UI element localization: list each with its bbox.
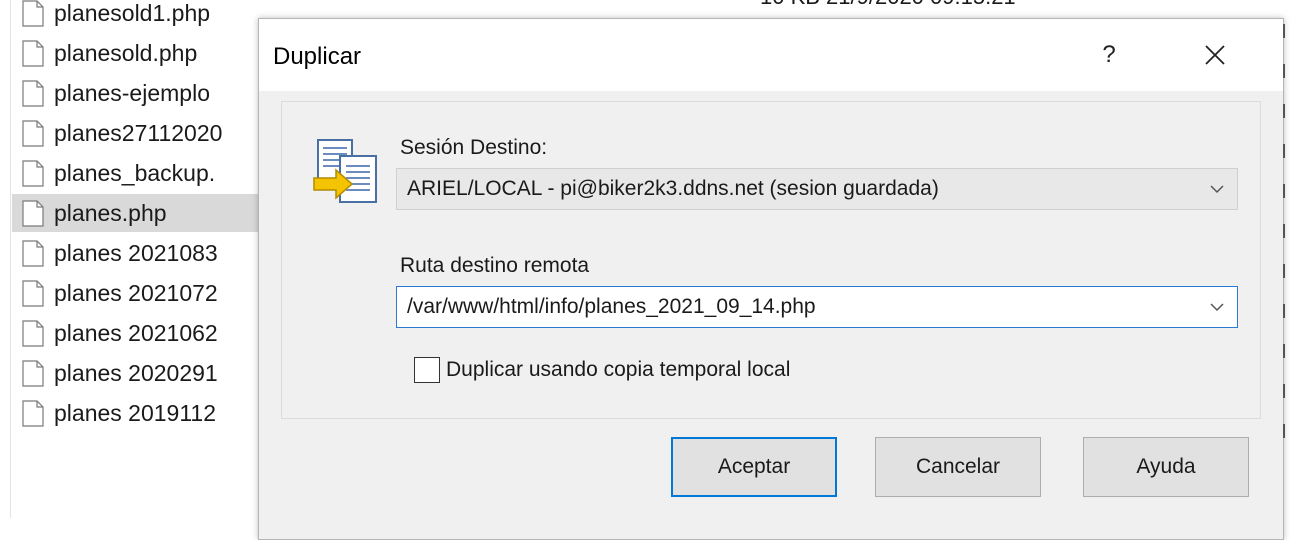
background-column-mark (1283, 104, 1285, 118)
temp-copy-checkbox[interactable] (414, 357, 440, 383)
background-column-mark (1283, 184, 1285, 198)
background-column-mark (1283, 424, 1285, 438)
file-list-item[interactable]: planes 2021072 (12, 274, 270, 312)
document-icon (22, 279, 44, 307)
dialog-title: Duplicar (273, 43, 362, 70)
file-list-item[interactable]: planesold1.php (12, 0, 270, 32)
file-list-item[interactable]: planes_backup. (12, 154, 270, 192)
background-column-mark (1283, 264, 1285, 278)
file-list-item[interactable]: planes 2021062 (12, 314, 270, 352)
close-button[interactable] (1179, 31, 1251, 79)
remote-path-value: /var/www/html/info/planes_2021_09_14.php (407, 295, 816, 318)
session-dropdown[interactable]: ARIEL/LOCAL - pi@biker2k3.ddns.net (sesi… (396, 168, 1238, 210)
duplicate-files-icon (313, 139, 377, 203)
help-dialog-button[interactable]: Ayuda (1083, 437, 1249, 497)
background-column-mark (1283, 64, 1285, 78)
background-column-mark (1283, 304, 1285, 318)
background-column-mark (1283, 344, 1285, 358)
cancel-button[interactable]: Cancelar (875, 437, 1041, 497)
document-icon (22, 79, 44, 107)
file-list-item[interactable]: planes 2019112 (12, 394, 270, 432)
temp-copy-option[interactable]: Duplicar usando copia temporal local (414, 357, 790, 383)
file-list-item[interactable]: planes 2020291 (12, 354, 270, 392)
document-icon (22, 159, 44, 187)
file-name: planesold.php (54, 39, 198, 66)
file-name: planesold1.php (54, 0, 211, 26)
file-list: planesold1.php planesold.php planes-ejempl… (0, 0, 270, 518)
file-name: planes_backup. (54, 159, 216, 186)
file-name: planes 2019112 (54, 399, 216, 426)
chevron-down-icon (1197, 184, 1237, 194)
duplicate-dialog: Duplicar ? Sesión Destino: ARIEL/LOCAL -… (258, 18, 1284, 540)
path-label: Ruta destino remota (400, 254, 590, 277)
file-name: planes-ejemplo (54, 79, 210, 106)
background-column-mark (1283, 384, 1285, 398)
remote-path-input[interactable]: /var/www/html/info/planes_2021_09_14.php (396, 286, 1238, 328)
accept-button[interactable]: Aceptar (671, 437, 837, 497)
file-list-item[interactable]: planes-ejemplo (12, 74, 270, 112)
file-name: planes27112020 (54, 119, 223, 146)
document-icon (22, 39, 44, 67)
session-value: ARIEL/LOCAL - pi@biker2k3.ddns.net (sesi… (407, 177, 939, 200)
temp-copy-label: Duplicar usando copia temporal local (446, 358, 791, 381)
file-list-item[interactable]: planesold.php (12, 34, 270, 72)
session-label: Sesión Destino: (400, 136, 548, 159)
file-name: planes 2021062 (54, 319, 218, 346)
file-name: planes 2021083 (54, 239, 218, 266)
file-list-item[interactable]: planes27112020 (12, 114, 270, 152)
dialog-group-box: Sesión Destino: ARIEL/LOCAL - pi@biker2k… (281, 101, 1261, 419)
help-icon: ? (1102, 41, 1116, 68)
document-icon (22, 119, 44, 147)
file-list-item[interactable]: planes 2021083 (12, 234, 270, 272)
document-icon (22, 0, 44, 27)
chevron-down-icon[interactable] (1197, 302, 1237, 312)
document-icon (22, 399, 44, 427)
document-icon (22, 199, 44, 227)
document-icon (22, 239, 44, 267)
close-icon (1205, 45, 1225, 65)
file-list-item[interactable]: planes.php (12, 194, 270, 232)
dialog-titlebar: Duplicar ? (259, 19, 1283, 91)
background-header-text: 10 KB 21/9/2020 09:15:21 (760, 0, 1016, 10)
document-icon (22, 359, 44, 387)
file-name: planes.php (54, 199, 167, 226)
help-button[interactable]: ? (1079, 31, 1139, 79)
file-name: planes 2020291 (54, 359, 218, 386)
background-column-mark (1283, 224, 1285, 238)
background-column-mark (1283, 24, 1285, 38)
file-name: planes 2021072 (54, 279, 218, 306)
background-column-mark (1283, 144, 1285, 158)
document-icon (22, 319, 44, 347)
